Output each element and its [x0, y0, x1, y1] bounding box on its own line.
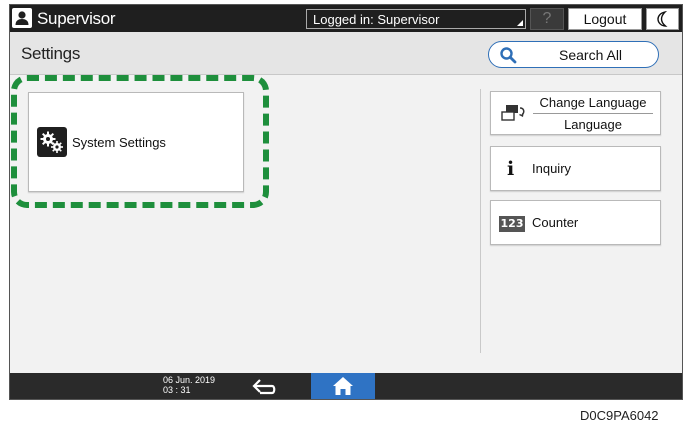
- inquiry-label: Inquiry: [532, 161, 572, 176]
- counter-icon: 123: [499, 216, 525, 232]
- gears-icon: [37, 127, 67, 157]
- search-icon: [500, 47, 517, 64]
- divider: [480, 89, 481, 353]
- inquiry-button[interactable]: i Inquiry: [490, 146, 661, 191]
- change-language-separator: [533, 113, 653, 114]
- page-header: Settings Search All: [10, 32, 682, 75]
- back-arrow-icon: [252, 379, 276, 395]
- change-language-label: Change Language: [539, 95, 647, 110]
- date-time: 06 Jun. 2019 03 : 31: [163, 375, 215, 395]
- search-all-button[interactable]: Search All: [488, 41, 659, 68]
- system-settings-button[interactable]: System Settings: [28, 92, 244, 192]
- top-bar: Supervisor Logged in: Supervisor ? Logou…: [10, 5, 682, 32]
- back-button[interactable]: [246, 374, 280, 398]
- search-all-label: Search All: [559, 47, 623, 63]
- change-language-button[interactable]: Change Language Language: [490, 91, 661, 135]
- counter-label: Counter: [532, 215, 579, 230]
- device-screen: Supervisor Logged in: Supervisor ? Logou…: [9, 4, 683, 400]
- page-title: Settings: [21, 44, 81, 63]
- bottom-bar: 06 Jun. 2019 03 : 31: [10, 373, 682, 399]
- main-area: System Settings Change Language Language…: [10, 75, 682, 373]
- system-settings-label: System Settings: [72, 135, 166, 150]
- user-icon[interactable]: [12, 8, 32, 28]
- logout-button[interactable]: Logout: [568, 8, 642, 30]
- moon-icon[interactable]: [646, 8, 679, 30]
- login-status-text: Logged in: Supervisor: [313, 12, 440, 27]
- login-status[interactable]: Logged in: Supervisor: [306, 9, 526, 29]
- language-switch-icon: [501, 105, 525, 121]
- date-text: 06 Jun. 2019: [163, 375, 216, 385]
- help-button[interactable]: ?: [530, 8, 564, 30]
- counter-button[interactable]: 123 Counter: [490, 200, 661, 245]
- home-button[interactable]: [311, 373, 375, 399]
- user-name: Supervisor: [37, 9, 116, 28]
- info-icon: i: [507, 158, 515, 180]
- time-text: 03 : 31: [163, 385, 191, 395]
- figure-caption: D0C9PA6042: [580, 408, 659, 423]
- home-icon: [333, 377, 353, 395]
- expand-corner-icon: [517, 20, 523, 26]
- current-language-value: Language: [564, 117, 622, 132]
